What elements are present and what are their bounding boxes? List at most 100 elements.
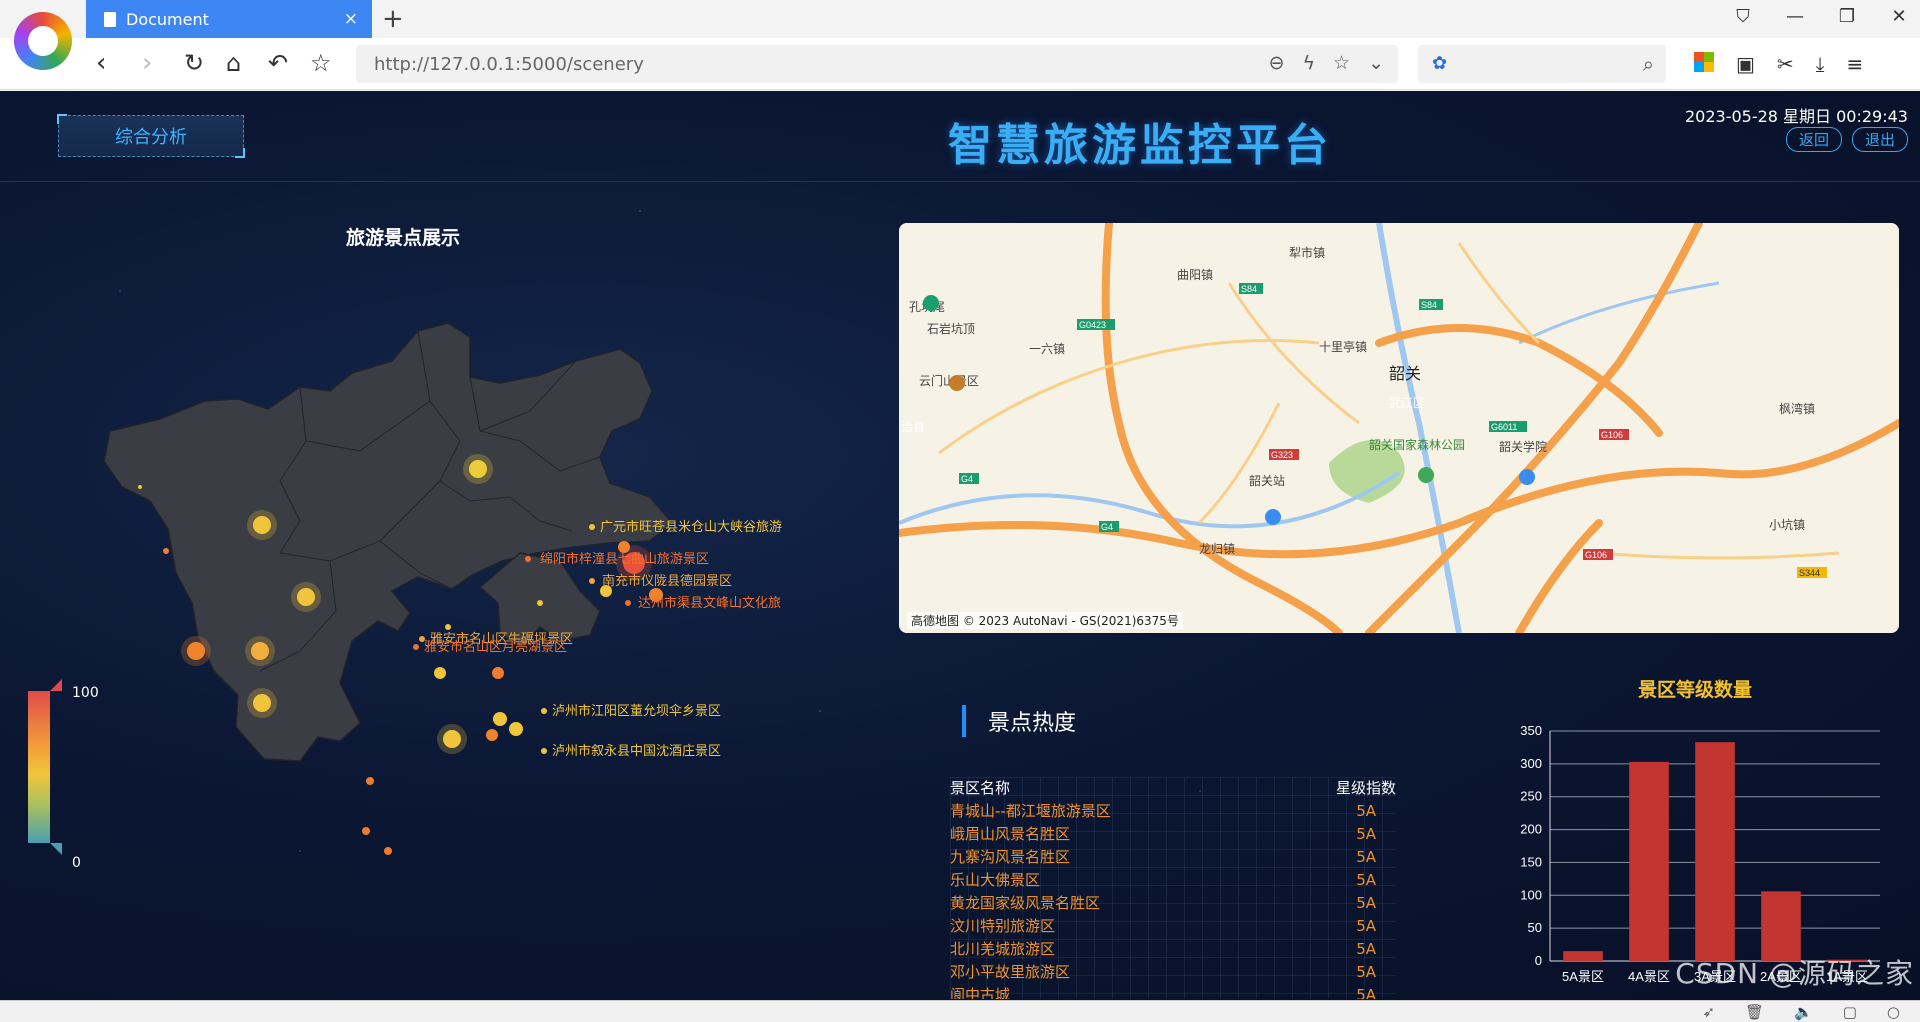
row-name: 邓小平故里旅游区 bbox=[950, 963, 1071, 981]
search-box[interactable]: ✿ ⌕ bbox=[1418, 45, 1666, 83]
datetime-display: 2023-05-28 星期日 00:29:43 bbox=[1684, 107, 1908, 126]
table-row[interactable]: 北川羌城旅游区 5A bbox=[950, 938, 1396, 961]
place-wujiangqu: 武江区 bbox=[1389, 396, 1425, 410]
lightning-icon[interactable]: ϟ bbox=[1302, 52, 1315, 74]
address-bar[interactable]: http://127.0.0.1:5000/scenery ⊖ ϟ ☆ ⌄ bbox=[356, 45, 1398, 83]
map-label-1: 广元市旺苍县米仓山大峡谷旅游 bbox=[600, 519, 782, 534]
scenic-map-title: 旅游景点展示 bbox=[346, 227, 461, 249]
tab-title: Document bbox=[126, 9, 209, 29]
row-star: 5A bbox=[1356, 963, 1376, 981]
svg-text:S84: S84 bbox=[1421, 300, 1437, 310]
place-yunmenshan: 云门山景区 bbox=[919, 373, 979, 388]
legend-min-handle[interactable] bbox=[50, 843, 62, 855]
map-label-6: 雅安市名山区月亮湖景区 bbox=[424, 639, 567, 654]
table-row[interactable]: 九寨沟风景名胜区 5A bbox=[950, 846, 1396, 869]
street-map-canvas[interactable]: 孔坑尾 石岩坑顶 云门山景区 一六镇 曲阳镇 犁市镇 十里亭镇 韶关 武江区 韶… bbox=[899, 223, 1899, 633]
place-lishizhen: 犁市镇 bbox=[1289, 245, 1325, 260]
forward-arrow-icon[interactable]: › bbox=[142, 48, 152, 78]
station-icon bbox=[1265, 509, 1281, 525]
scissors-icon[interactable]: ✂ bbox=[1777, 52, 1794, 76]
legend-max-handle[interactable] bbox=[50, 679, 62, 691]
home-icon[interactable]: ⌂ bbox=[226, 48, 241, 78]
window-controls: ⛉ — ❐ ✕ bbox=[1732, 6, 1910, 27]
browser-tab[interactable]: Document × bbox=[86, 0, 372, 38]
tab-close-button[interactable]: × bbox=[344, 9, 358, 29]
reload-icon[interactable]: ↻ bbox=[184, 48, 204, 78]
y-tick-label: 350 bbox=[1520, 723, 1542, 738]
sichuan-province-map[interactable]: 广元市旺苍县米仓山大峡谷旅游 绵阳市梓潼县七曲山旅游景区 南充市仪陇县德园景区 … bbox=[0, 291, 830, 871]
table-row[interactable]: 阆中古城 5A bbox=[950, 984, 1396, 999]
trash-icon[interactable]: 🗑 bbox=[1745, 1003, 1764, 1021]
place-xiaokengzhen: 小坑镇 bbox=[1769, 517, 1805, 532]
window-icon[interactable]: ▢ bbox=[1843, 1003, 1857, 1021]
college-icon bbox=[1519, 469, 1535, 485]
bookmark-star-icon[interactable]: ☆ bbox=[310, 48, 332, 78]
row-star: 5A bbox=[1356, 940, 1376, 958]
back-arrow-icon[interactable]: ‹ bbox=[96, 48, 106, 78]
province-shape bbox=[103, 322, 674, 762]
download-icon[interactable]: ⤓ bbox=[1816, 52, 1825, 76]
document-icon bbox=[104, 11, 116, 27]
zoom-icon[interactable]: ⊖ bbox=[1269, 52, 1285, 74]
place-fengwanzhen: 枫湾镇 bbox=[1779, 401, 1815, 416]
close-window-button[interactable]: ✕ bbox=[1888, 6, 1910, 27]
table-row[interactable]: 乐山大佛景区 5A bbox=[950, 869, 1396, 892]
table-header: 景区名称 星级指数 bbox=[950, 777, 1396, 800]
table-row[interactable]: 黄龙国家级风景名胜区 5A bbox=[950, 892, 1396, 915]
menu-icon[interactable]: ≡ bbox=[1847, 52, 1864, 76]
map-label-8: 泸州市叙永县中国沈酒庄景区 bbox=[552, 743, 721, 758]
browser-logo-icon[interactable] bbox=[14, 12, 72, 70]
street-map[interactable]: 孔坑尾 石岩坑顶 云门山景区 一六镇 曲阳镇 犁市镇 十里亭镇 韶关 武江区 韶… bbox=[899, 223, 1899, 633]
toolbar-tools: ▣ ✂ ⤓ ≡ bbox=[1694, 52, 1863, 76]
minimize-button[interactable]: — bbox=[1784, 6, 1806, 27]
rocket-icon[interactable]: ➶ bbox=[1702, 1003, 1715, 1021]
svg-text:G0423: G0423 bbox=[1079, 320, 1106, 330]
undo-icon[interactable]: ↶ bbox=[268, 48, 288, 78]
place-longguizhen: 龙归镇 bbox=[1199, 542, 1235, 556]
url-text[interactable]: http://127.0.0.1:5000/scenery bbox=[374, 54, 644, 75]
legend-min-label: 0 bbox=[72, 855, 81, 871]
svg-text:G6011: G6011 bbox=[1491, 422, 1517, 432]
favorite-star-icon[interactable]: ☆ bbox=[1333, 52, 1350, 74]
row-name: 汶川特别旅游区 bbox=[950, 917, 1056, 935]
legend-max-label: 100 bbox=[72, 685, 99, 701]
new-tab-button[interactable]: + bbox=[382, 4, 404, 34]
reader-icon[interactable]: ▣ bbox=[1736, 52, 1755, 76]
logout-button[interactable]: 退出 bbox=[1851, 127, 1908, 152]
svg-text:G4: G4 bbox=[1101, 522, 1113, 532]
row-star: 5A bbox=[1356, 894, 1376, 912]
place-shaoguan: 韶关 bbox=[1389, 365, 1421, 383]
speaker-icon[interactable]: 🔈 bbox=[1794, 1003, 1813, 1021]
bar-1[interactable] bbox=[1563, 951, 1603, 961]
search-icon[interactable]: ⌕ bbox=[1643, 52, 1654, 76]
svg-text:S344: S344 bbox=[1799, 568, 1820, 578]
table-row[interactable]: 青城山--都江堰旅游景区 5A bbox=[950, 800, 1396, 823]
table-row[interactable]: 邓小平故里旅游区 5A bbox=[950, 961, 1396, 984]
y-tick-label: 150 bbox=[1520, 854, 1542, 869]
row-star: 5A bbox=[1356, 871, 1376, 889]
restore-button[interactable]: ❐ bbox=[1836, 6, 1858, 27]
hot-list-table: 景区名称 星级指数 青城山--都江堰旅游景区 5A 峨眉山风景名胜区 5A 九寨沟风… bbox=[950, 777, 1396, 999]
table-row[interactable]: 汶川特别旅游区 5A bbox=[950, 915, 1396, 938]
apps-grid-icon[interactable] bbox=[1694, 52, 1714, 72]
chevron-down-icon[interactable]: ⌄ bbox=[1368, 52, 1384, 74]
place-yiliuzhen: 一六镇 bbox=[1029, 342, 1065, 356]
zoom-status-icon[interactable]: ○ bbox=[1887, 1003, 1900, 1021]
search-engine-paw-icon: ✿ bbox=[1432, 53, 1448, 74]
watermark: CSDN @源码之家 bbox=[1675, 957, 1914, 990]
bar-3[interactable] bbox=[1695, 742, 1735, 961]
forest-park-icon bbox=[1418, 467, 1434, 483]
col-star-header: 星级指数 bbox=[1335, 779, 1396, 797]
place-shaoguan-station: 韶关站 bbox=[1249, 473, 1285, 488]
back-button[interactable]: 返回 bbox=[1785, 127, 1842, 152]
place-quyangzhen: 曲阳镇 bbox=[1177, 268, 1213, 282]
svg-text:G106: G106 bbox=[1601, 430, 1623, 440]
bar-4[interactable] bbox=[1761, 891, 1801, 961]
svg-text:S84: S84 bbox=[1241, 284, 1257, 294]
table-row[interactable]: 峨眉山风景名胜区 5A bbox=[950, 823, 1396, 846]
row-name: 九寨沟风景名胜区 bbox=[950, 848, 1071, 866]
place-shilitingzhen: 十里亭镇 bbox=[1319, 339, 1367, 354]
skin-icon[interactable]: ⛉ bbox=[1732, 6, 1754, 27]
bar-2[interactable] bbox=[1629, 761, 1669, 961]
map-label-4: 达州市渠县文峰山文化旅 bbox=[638, 595, 781, 610]
